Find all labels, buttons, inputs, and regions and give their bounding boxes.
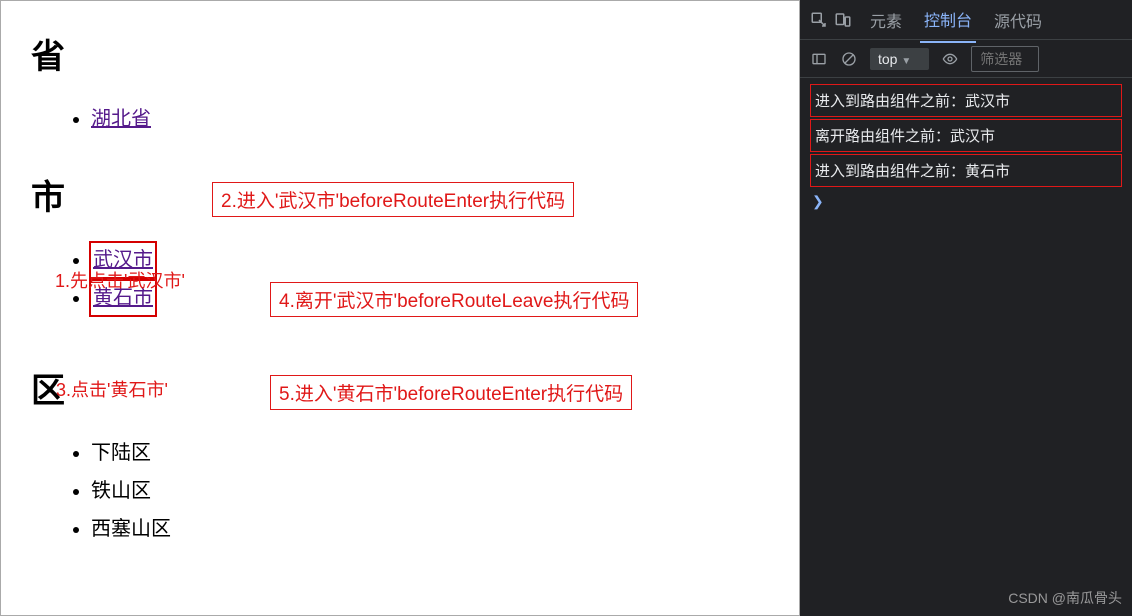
tab-elements[interactable]: 元素	[866, 0, 906, 42]
list-item: 铁山区	[91, 474, 779, 508]
heading-city: 市	[31, 170, 779, 219]
console-prompt[interactable]: ❯	[810, 189, 1122, 214]
console-log-entry: 进入到路由组件之前：黄石市	[810, 154, 1122, 187]
heading-district: 区	[31, 363, 779, 412]
filter-input[interactable]	[971, 46, 1039, 72]
city-box-huangshi: 黄石市	[89, 279, 157, 317]
chevron-down-icon: ▼	[901, 56, 911, 67]
eye-icon[interactable]	[941, 50, 959, 68]
city-link-huangshi[interactable]: 黄石市	[93, 287, 153, 309]
list-item: 西塞山区	[91, 512, 779, 546]
city-box-wuhan: 武汉市	[89, 241, 157, 279]
list-item: 湖北省	[91, 102, 779, 136]
watermark: CSDN @南瓜骨头	[1008, 588, 1122, 608]
list-item: 武汉市	[91, 243, 779, 277]
heading-province: 省	[31, 29, 779, 78]
console-log-entry: 离开路由组件之前：武汉市	[810, 119, 1122, 152]
console-output: 进入到路由组件之前：武汉市 离开路由组件之前：武汉市 进入到路由组件之前：黄石市…	[800, 78, 1132, 220]
browser-page: 省 湖北省 市 武汉市 黄石市 区 下陆区 铁山区 西塞山区	[0, 0, 800, 616]
tab-sources[interactable]: 源代码	[990, 0, 1046, 42]
context-select[interactable]: top ▼	[870, 48, 929, 70]
list-item: 下陆区	[91, 436, 779, 470]
devtools-toolbar: top ▼	[800, 40, 1132, 78]
inspect-icon[interactable]	[810, 11, 828, 29]
device-toggle-icon[interactable]	[834, 11, 852, 29]
district-list: 下陆区 铁山区 西塞山区	[31, 436, 779, 546]
clear-console-icon[interactable]	[840, 50, 858, 68]
sidebar-toggle-icon[interactable]	[810, 50, 828, 68]
province-list: 湖北省	[31, 102, 779, 136]
city-list: 武汉市 黄石市	[31, 243, 779, 315]
tab-console[interactable]: 控制台	[920, 0, 976, 43]
province-link-hubei[interactable]: 湖北省	[91, 108, 151, 130]
city-link-wuhan[interactable]: 武汉市	[93, 249, 153, 271]
devtools-panel: 元素 控制台 源代码 top ▼ 进入到路由组件之前：武汉市 离开路由组件之前：…	[800, 0, 1132, 616]
devtools-topbar: 元素 控制台 源代码	[800, 0, 1132, 40]
console-log-entry: 进入到路由组件之前：武汉市	[810, 84, 1122, 117]
list-item: 黄石市	[91, 281, 779, 315]
